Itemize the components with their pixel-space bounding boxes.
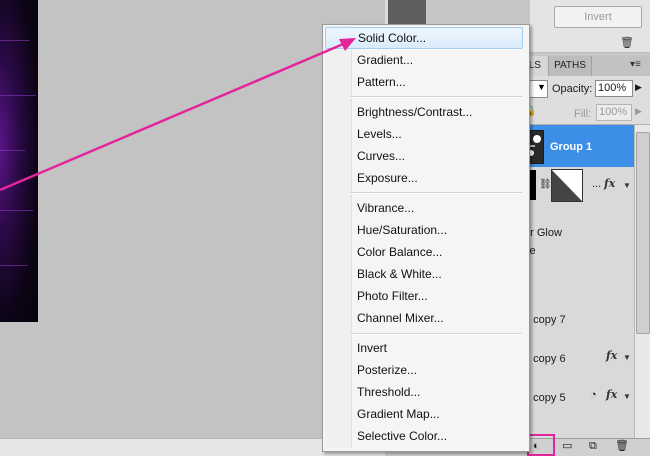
trash-icon[interactable]: 🗑 [620,37,634,49]
menu-item-hue-saturation[interactable]: Hue/Saturation... [325,219,523,241]
opacity-input[interactable]: 100% [595,80,633,97]
chain-link-icon[interactable]: ⛓ [539,179,552,190]
tab-paths[interactable]: PATHS [548,56,592,76]
opacity-label: Opacity: [552,83,593,95]
layer-name: 2 copy 5 [524,392,566,404]
layer-name: 2 copy 7 [524,314,566,326]
panel-menu-icon[interactable]: ▾≡ [630,58,646,72]
menu-separator [350,333,522,335]
menu-item-solid-color[interactable]: Solid Color... [325,27,523,49]
chevron-down-icon[interactable]: ▼ [537,82,546,92]
new-layer-icon[interactable]: ⧉ [589,438,597,454]
layer-name: Group 1 [550,141,593,153]
smart-filter-icon[interactable]: ◔ [590,389,597,401]
menu-item-photo-filter[interactable]: Photo Filter... [325,285,523,307]
chevron-right-icon[interactable]: ▶ [635,82,642,93]
menu-item-pattern[interactable]: Pattern... [325,71,523,93]
menu-item-black-white[interactable]: Black & White... [325,263,523,285]
menu-item-gradient[interactable]: Gradient... [325,49,523,71]
expand-triangle-icon[interactable]: ▼ [623,392,631,401]
layer-mask-thumbnail[interactable] [551,169,583,202]
trash-icon[interactable]: 🗑 [615,438,629,454]
menu-item-gradient-map[interactable]: Gradient Map... [325,403,523,425]
expand-triangle-icon[interactable]: ▼ [623,181,631,190]
menu-separator [350,192,522,194]
expand-triangle-icon[interactable]: ▼ [623,353,631,362]
effects-row [520,205,634,226]
layer-name: ... [592,178,602,190]
menu-item-brightness-contrast[interactable]: Brightness/Contrast... [325,101,523,123]
menu-item-invert[interactable]: Invert [325,337,523,359]
menu-item-threshold[interactable]: Threshold... [325,381,523,403]
menu-item-levels[interactable]: Levels... [325,123,523,145]
menu-item-posterize[interactable]: Posterize... [325,359,523,381]
fill-input[interactable]: 100% [596,104,632,121]
fill-label: Fill: [574,108,592,120]
adjustment-button-highlight [527,434,555,456]
menu-item-exposure[interactable]: Exposure... [325,167,523,189]
chevron-right-icon[interactable]: ▶ [635,106,642,117]
layer-row[interactable] [520,261,634,300]
layer-name: 2 copy 6 [524,353,566,365]
menu-item-selective-color[interactable]: Selective Color... [325,425,523,447]
menu-item-curves[interactable]: Curves... [325,145,523,167]
fx-icon[interactable]: fx [606,349,617,362]
scrollbar-thumb[interactable] [636,132,650,334]
menu-item-channel-mixer[interactable]: Channel Mixer... [325,307,523,329]
menu-separator [350,96,522,98]
fx-icon[interactable]: fx [606,388,617,401]
menu-item-vibrance[interactable]: Vibrance... [325,197,523,219]
menu-item-color-balance[interactable]: Color Balance... [325,241,523,263]
document-image[interactable] [0,0,38,322]
folder-icon[interactable]: ▭ [562,438,572,454]
effect-row-stroke[interactable] [520,243,634,262]
fx-icon[interactable]: fx [604,177,615,190]
invert-button[interactable]: Invert [554,6,642,28]
